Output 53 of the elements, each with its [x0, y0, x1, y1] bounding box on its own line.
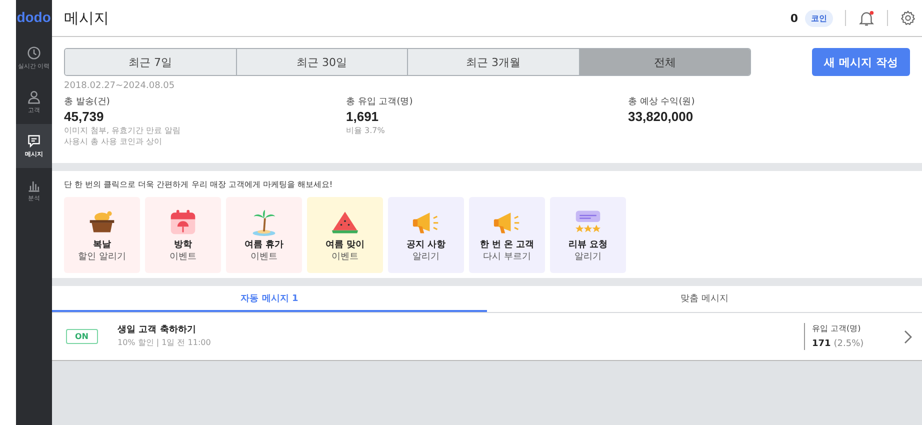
calendar-icon [168, 208, 198, 236]
settings-icon[interactable] [900, 10, 916, 26]
message-title: 생일 고객 축하하기 [118, 324, 197, 337]
card-title: 한 번 온 고객 [480, 238, 534, 250]
card-subtitle: 이벤트 [170, 250, 196, 262]
template-card[interactable]: 방학 이벤트 [145, 197, 221, 273]
card-title: 여름 맞이 [325, 238, 365, 250]
template-card[interactable]: 리뷰 요청 알리기 [550, 197, 626, 273]
message-icon [26, 134, 41, 148]
template-card[interactable]: 복날 할인 알리기 [64, 197, 140, 273]
card-title: 공지 사항 [406, 238, 446, 250]
period-tab[interactable]: 전체 [580, 49, 750, 75]
card-title: 리뷰 요청 [568, 238, 608, 250]
stat-value: 1,691 [346, 108, 380, 125]
period-tab[interactable]: 최근 7일 [65, 49, 236, 75]
metric-label: 유입 고객(명) [812, 323, 862, 335]
card-subtitle: 이벤트 [332, 250, 358, 262]
template-card[interactable]: 한 번 온 고객 다시 부르기 [469, 197, 545, 273]
stat-value: 33,820,000 [628, 108, 694, 125]
stat-label: 총 유입 고객(명) [346, 96, 414, 108]
metric-value: 171 [812, 339, 831, 349]
stat-note: 이미지 첨부, 유효기간 만료 알림 [64, 125, 182, 136]
logo[interactable]: dodo [16, 0, 52, 36]
message-detail: 10% 할인 | 1일 전 11:00 [118, 337, 212, 349]
period-tab[interactable]: 최근 3개월 [408, 49, 580, 75]
coin-badge: 코인 [805, 10, 833, 26]
card-subtitle: 다시 부르기 [483, 250, 531, 262]
card-subtitle: 할인 알리기 [78, 250, 126, 262]
clock-icon [26, 46, 41, 60]
template-card[interactable]: 공지 사항 알리기 [388, 197, 464, 273]
metric-ratio: (2.5%) [834, 339, 864, 349]
person-icon [26, 90, 41, 104]
chevron-right-icon [904, 330, 912, 344]
card-title: 방학 [174, 238, 192, 250]
card-title: 복날 [93, 238, 111, 250]
stat-note: 비율 3.7% [346, 125, 386, 136]
card-subtitle: 알리기 [412, 250, 440, 262]
template-card[interactable]: 여름 휴가 이벤트 [226, 197, 302, 273]
period-tab[interactable]: 최근 30일 [236, 49, 408, 75]
stat-label: 총 예상 수익(원) [628, 96, 696, 108]
card-subtitle: 이벤트 [250, 250, 278, 262]
date-range: 2018.02.27~2024.08.05 [64, 80, 176, 92]
card-subtitle: 알리기 [574, 250, 602, 262]
new-message-button[interactable]: 새 메시지 작성 [812, 48, 910, 76]
coin-count: 0 [790, 12, 798, 24]
prompt-text: 단 한 번의 클릭으로 더욱 간편하게 우리 매장 고객에게 마케팅을 해보세요! [64, 179, 334, 190]
page-title: 메시지 [64, 8, 109, 28]
card-title: 여름 휴가 [244, 238, 284, 250]
bell-icon[interactable] [858, 10, 875, 26]
template-card[interactable]: 여름 맞이 이벤트 [307, 197, 383, 273]
stat-note: 사용시 총 사용 코인과 상이 [64, 136, 164, 147]
stat-value: 45,739 [64, 108, 105, 125]
stat-label: 총 발송(건) [64, 96, 111, 108]
